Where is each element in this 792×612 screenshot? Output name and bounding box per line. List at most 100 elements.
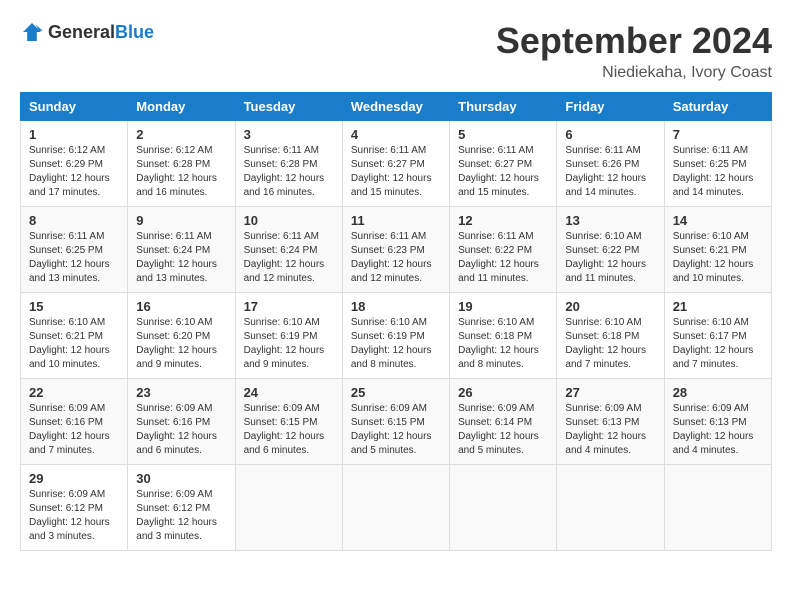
day-cell [664,465,771,551]
week-row-2: 8 Sunrise: 6:11 AM Sunset: 6:25 PM Daylig… [21,207,772,293]
day-info: Sunrise: 6:11 AM Sunset: 6:24 PM Dayligh… [136,230,226,286]
day-info: Sunrise: 6:10 AM Sunset: 6:21 PM Dayligh… [673,230,763,286]
day-cell: 3 Sunrise: 6:11 AM Sunset: 6:28 PM Daylig… [235,121,342,207]
day-number: 6 [565,127,655,142]
day-info: Sunrise: 6:09 AM Sunset: 6:16 PM Dayligh… [29,402,119,458]
day-cell: 29 Sunrise: 6:09 AM Sunset: 6:12 PM Dayli… [21,465,128,551]
day-cell: 1 Sunrise: 6:12 AM Sunset: 6:29 PM Daylig… [21,121,128,207]
day-info: Sunrise: 6:11 AM Sunset: 6:22 PM Dayligh… [458,230,548,286]
day-info: Sunrise: 6:11 AM Sunset: 6:26 PM Dayligh… [565,144,655,200]
day-number: 25 [351,385,441,400]
header-cell-wednesday: Wednesday [342,93,449,121]
day-cell: 20 Sunrise: 6:10 AM Sunset: 6:18 PM Dayli… [557,293,664,379]
week-row-4: 22 Sunrise: 6:09 AM Sunset: 6:16 PM Dayli… [21,379,772,465]
day-cell: 28Sunrise: 6:09 AM Sunset: 6:13 PM Dayli… [664,379,771,465]
day-info: Sunrise: 6:10 AM Sunset: 6:19 PM Dayligh… [244,316,334,372]
day-info: Sunrise: 6:10 AM Sunset: 6:19 PM Dayligh… [351,316,441,372]
day-number: 30 [136,471,226,486]
week-row-1: 1 Sunrise: 6:12 AM Sunset: 6:29 PM Daylig… [21,121,772,207]
day-number: 9 [136,213,226,228]
day-number: 3 [244,127,334,142]
day-cell: 16Sunrise: 6:10 AM Sunset: 6:20 PM Dayli… [128,293,235,379]
calendar-table: SundayMondayTuesdayWednesdayThursdayFrid… [20,92,772,551]
day-number: 12 [458,213,548,228]
day-info: Sunrise: 6:09 AM Sunset: 6:13 PM Dayligh… [565,402,655,458]
day-number: 5 [458,127,548,142]
day-info: Sunrise: 6:11 AM Sunset: 6:23 PM Dayligh… [351,230,441,286]
day-info: Sunrise: 6:12 AM Sunset: 6:29 PM Dayligh… [29,144,119,200]
day-cell: 10 Sunrise: 6:11 AM Sunset: 6:24 PM Dayli… [235,207,342,293]
day-number: 16 [136,299,226,314]
logo-icon [20,20,44,44]
day-cell: 13Sunrise: 6:10 AM Sunset: 6:22 PM Dayli… [557,207,664,293]
day-number: 14 [673,213,763,228]
day-number: 2 [136,127,226,142]
header-cell-friday: Friday [557,93,664,121]
day-cell: 9 Sunrise: 6:11 AM Sunset: 6:24 PM Daylig… [128,207,235,293]
day-info: Sunrise: 6:09 AM Sunset: 6:12 PM Dayligh… [29,488,119,544]
day-cell: 2 Sunrise: 6:12 AM Sunset: 6:28 PM Daylig… [128,121,235,207]
day-cell: 17 Sunrise: 6:10 AM Sunset: 6:19 PM Dayli… [235,293,342,379]
day-info: Sunrise: 6:11 AM Sunset: 6:25 PM Dayligh… [673,144,763,200]
day-cell [342,465,449,551]
day-number: 29 [29,471,119,486]
day-cell [450,465,557,551]
day-cell: 22 Sunrise: 6:09 AM Sunset: 6:16 PM Dayli… [21,379,128,465]
day-number: 8 [29,213,119,228]
day-info: Sunrise: 6:11 AM Sunset: 6:24 PM Dayligh… [244,230,334,286]
day-cell: 26Sunrise: 6:09 AM Sunset: 6:14 PM Dayli… [450,379,557,465]
day-info: Sunrise: 6:11 AM Sunset: 6:27 PM Dayligh… [458,144,548,200]
day-number: 23 [136,385,226,400]
day-number: 28 [673,385,763,400]
day-number: 1 [29,127,119,142]
day-info: Sunrise: 6:11 AM Sunset: 6:25 PM Dayligh… [29,230,119,286]
day-cell: 27 Sunrise: 6:09 AM Sunset: 6:13 PM Dayli… [557,379,664,465]
header-cell-saturday: Saturday [664,93,771,121]
day-cell: 14 Sunrise: 6:10 AM Sunset: 6:21 PM Dayli… [664,207,771,293]
day-number: 22 [29,385,119,400]
header-cell-sunday: Sunday [21,93,128,121]
location-subtitle: Niediekaha, Ivory Coast [496,64,772,82]
day-number: 18 [351,299,441,314]
day-info: Sunrise: 6:09 AM Sunset: 6:16 PM Dayligh… [136,402,226,458]
day-cell: 4Sunrise: 6:11 AM Sunset: 6:27 PM Daylig… [342,121,449,207]
month-title: September 2024 [496,20,772,62]
day-cell: 19Sunrise: 6:10 AM Sunset: 6:18 PM Dayli… [450,293,557,379]
day-info: Sunrise: 6:09 AM Sunset: 6:15 PM Dayligh… [244,402,334,458]
logo-text-general: General [48,22,115,42]
week-row-3: 15Sunrise: 6:10 AM Sunset: 6:21 PM Dayli… [21,293,772,379]
day-cell: 5 Sunrise: 6:11 AM Sunset: 6:27 PM Daylig… [450,121,557,207]
day-cell: 15Sunrise: 6:10 AM Sunset: 6:21 PM Dayli… [21,293,128,379]
day-number: 19 [458,299,548,314]
day-number: 27 [565,385,655,400]
day-number: 24 [244,385,334,400]
header-row: SundayMondayTuesdayWednesdayThursdayFrid… [21,93,772,121]
day-cell: 12 Sunrise: 6:11 AM Sunset: 6:22 PM Dayli… [450,207,557,293]
day-cell [557,465,664,551]
day-info: Sunrise: 6:12 AM Sunset: 6:28 PM Dayligh… [136,144,226,200]
header-cell-tuesday: Tuesday [235,93,342,121]
day-cell: 24 Sunrise: 6:09 AM Sunset: 6:15 PM Dayli… [235,379,342,465]
calendar-body: 1 Sunrise: 6:12 AM Sunset: 6:29 PM Daylig… [21,121,772,551]
day-info: Sunrise: 6:09 AM Sunset: 6:15 PM Dayligh… [351,402,441,458]
day-info: Sunrise: 6:10 AM Sunset: 6:18 PM Dayligh… [565,316,655,372]
title-block: September 2024 Niediekaha, Ivory Coast [496,20,772,82]
day-number: 10 [244,213,334,228]
header-cell-thursday: Thursday [450,93,557,121]
day-info: Sunrise: 6:11 AM Sunset: 6:28 PM Dayligh… [244,144,334,200]
day-number: 11 [351,213,441,228]
day-info: Sunrise: 6:10 AM Sunset: 6:21 PM Dayligh… [29,316,119,372]
day-info: Sunrise: 6:10 AM Sunset: 6:17 PM Dayligh… [673,316,763,372]
day-number: 4 [351,127,441,142]
day-cell [235,465,342,551]
day-number: 20 [565,299,655,314]
day-cell: 25 Sunrise: 6:09 AM Sunset: 6:15 PM Dayli… [342,379,449,465]
day-cell: 21Sunrise: 6:10 AM Sunset: 6:17 PM Dayli… [664,293,771,379]
day-cell: 7 Sunrise: 6:11 AM Sunset: 6:25 PM Daylig… [664,121,771,207]
page-header: GeneralBlue September 2024 Niediekaha, I… [20,20,772,82]
day-cell: 8 Sunrise: 6:11 AM Sunset: 6:25 PM Daylig… [21,207,128,293]
day-number: 17 [244,299,334,314]
day-cell: 6 Sunrise: 6:11 AM Sunset: 6:26 PM Daylig… [557,121,664,207]
day-number: 7 [673,127,763,142]
day-cell: 18 Sunrise: 6:10 AM Sunset: 6:19 PM Dayli… [342,293,449,379]
